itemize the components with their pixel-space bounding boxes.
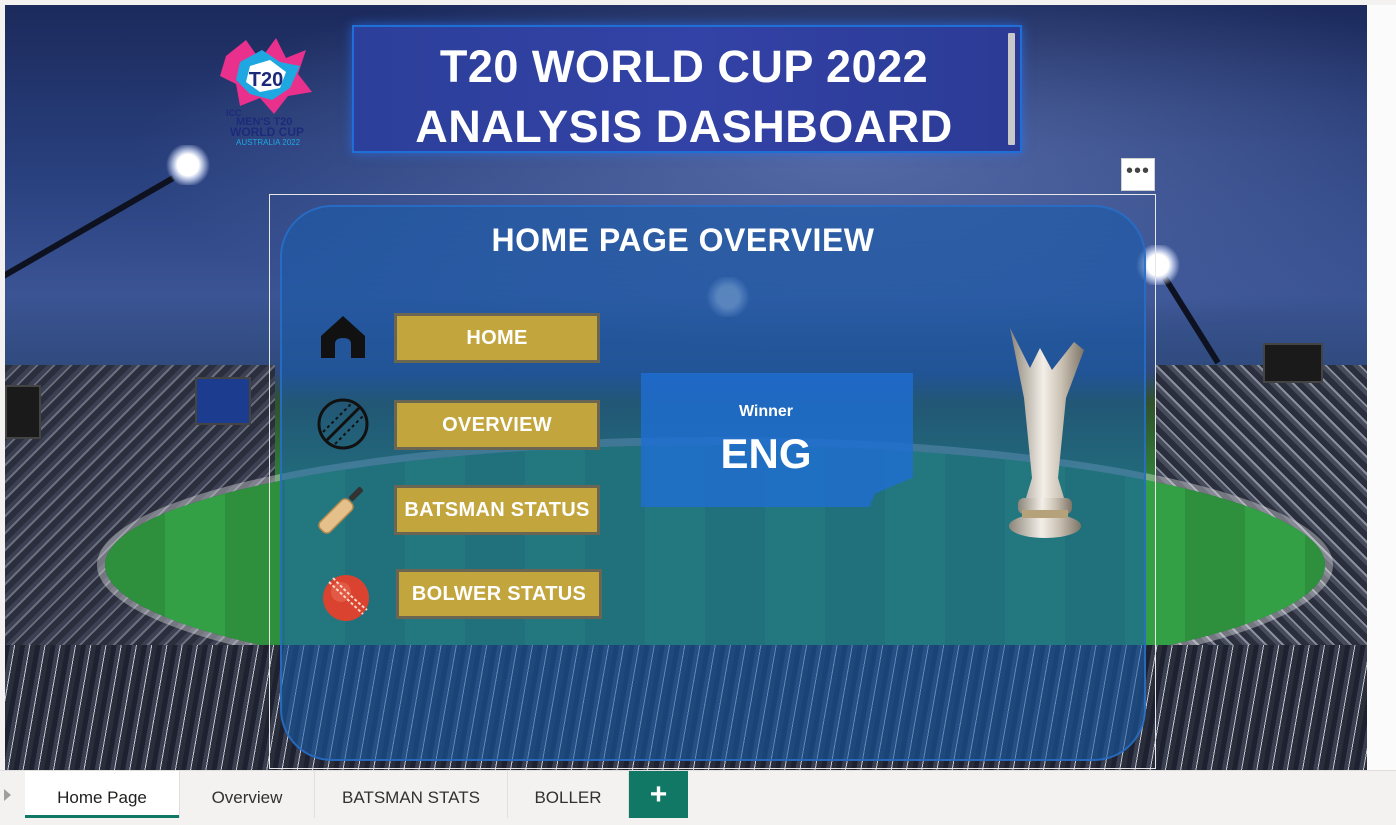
tab-scroll-left-icon[interactable]: [4, 789, 11, 801]
winner-label: Winner: [738, 403, 794, 420]
batsman-status-button[interactable]: BATSMAN STATUS: [394, 485, 600, 535]
bowler-status-button[interactable]: BOLWER STATUS: [396, 569, 602, 619]
panel-title: HOME PAGE OVERVIEW: [491, 222, 875, 258]
cricket-ball-outline-icon: [317, 398, 369, 450]
dashboard-title-line2: ANALYSIS DASHBOARD: [415, 101, 953, 152]
icc-t20-world-cup-logo-icon: T20 ICC MEN'S T20 WORLD CUP AUSTRALIA 20…: [220, 38, 312, 147]
tab-boller[interactable]: BOLLER: [508, 771, 629, 818]
winner-value: ENG: [720, 430, 812, 477]
add-page-button[interactable]: +: [629, 771, 688, 818]
dashboard-title-banner: T20 WORLD CUP 2022 ANALYSIS DASHBOARD: [352, 25, 1022, 153]
t20-world-cup-logo: T20 ICC MEN'S T20 WORLD CUP AUSTRALIA 20…: [216, 36, 320, 148]
more-options-button[interactable]: •••: [1121, 158, 1155, 191]
svg-text:T20: T20: [249, 69, 283, 91]
floodlight-left: [165, 145, 211, 185]
scoreboard-center: [195, 377, 251, 425]
home-icon: [321, 316, 365, 358]
tab-home-page[interactable]: Home Page: [25, 771, 180, 818]
dashboard-title-line1: T20 WORLD CUP 2022: [439, 41, 929, 92]
tab-overview[interactable]: Overview: [180, 771, 315, 818]
cricket-ball-icon: [323, 575, 369, 621]
tab-batsman-stats[interactable]: BATSMAN STATS: [315, 771, 508, 818]
logo-text-location: AUSTRALIA 2022: [236, 138, 301, 147]
home-button[interactable]: HOME: [394, 313, 600, 363]
overview-button[interactable]: OVERVIEW: [394, 400, 600, 450]
scoreboard-right: [1263, 343, 1323, 383]
title-scrollbar[interactable]: [1008, 33, 1015, 145]
right-gutter: [1367, 5, 1396, 770]
scoreboard-left: [5, 385, 41, 439]
logo-text-world-cup: WORLD CUP: [230, 125, 304, 139]
trophy-icon: [1009, 328, 1084, 538]
cricket-bat-icon: [318, 487, 363, 534]
